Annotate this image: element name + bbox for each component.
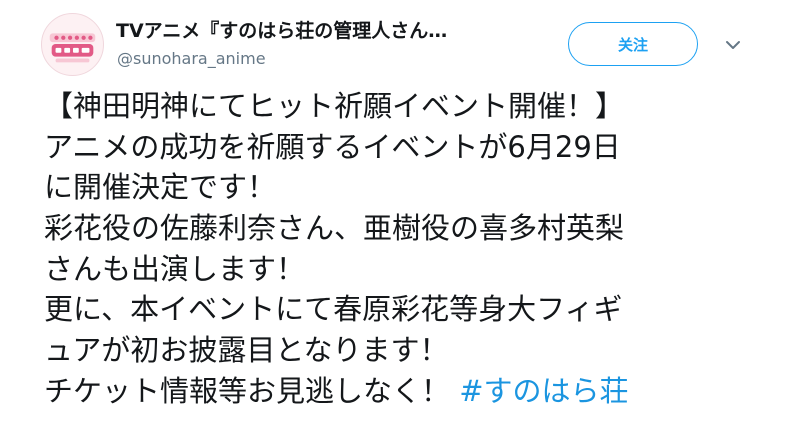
tweet-text-last-line: チケット情報等お見逃しなく！ #すのはら荘 — [44, 371, 774, 412]
author-name[interactable]: TVアニメ『すのはら荘の管理人さん… — [116, 18, 536, 44]
author-handle[interactable]: @sunohara_anime — [117, 49, 266, 69]
tweet-text-line: ュアが初お披露目となります！ — [44, 333, 449, 368]
tweet-text: 【神田明神にてヒット祈願イベント開催！】 アニメの成功を祈願するイベントが6月2… — [44, 86, 774, 412]
tweet-text-line: 【神田明神にてヒット祈願イベント開催！】 — [44, 89, 625, 123]
tweet-card: TVアニメ『すのはら荘の管理人さん… @sunohara_anime 关注 【神… — [0, 0, 786, 422]
tweet-text-line: に開催決定です！ — [44, 170, 277, 205]
tweet-text-line: アニメの成功を祈願するイベントが6月29日 — [44, 129, 621, 164]
tweet-text-line: さんも出演します！ — [44, 251, 306, 286]
tweet-text-line: 彩花役の佐藤利奈さん、亜樹役の喜多村英梨 — [44, 211, 625, 246]
avatar[interactable] — [41, 13, 104, 76]
avatar-logo-icon — [42, 14, 103, 75]
tweet-text-line: 更に、本イベントにて春原彩花等身大フィギ — [44, 292, 623, 327]
chevron-down-icon[interactable] — [722, 34, 744, 56]
hashtag-link[interactable]: #すのはら荘 — [459, 374, 628, 408]
follow-button[interactable]: 关注 — [568, 22, 698, 66]
tweet-text-segment: チケット情報等お見逃しなく！ — [44, 373, 460, 408]
